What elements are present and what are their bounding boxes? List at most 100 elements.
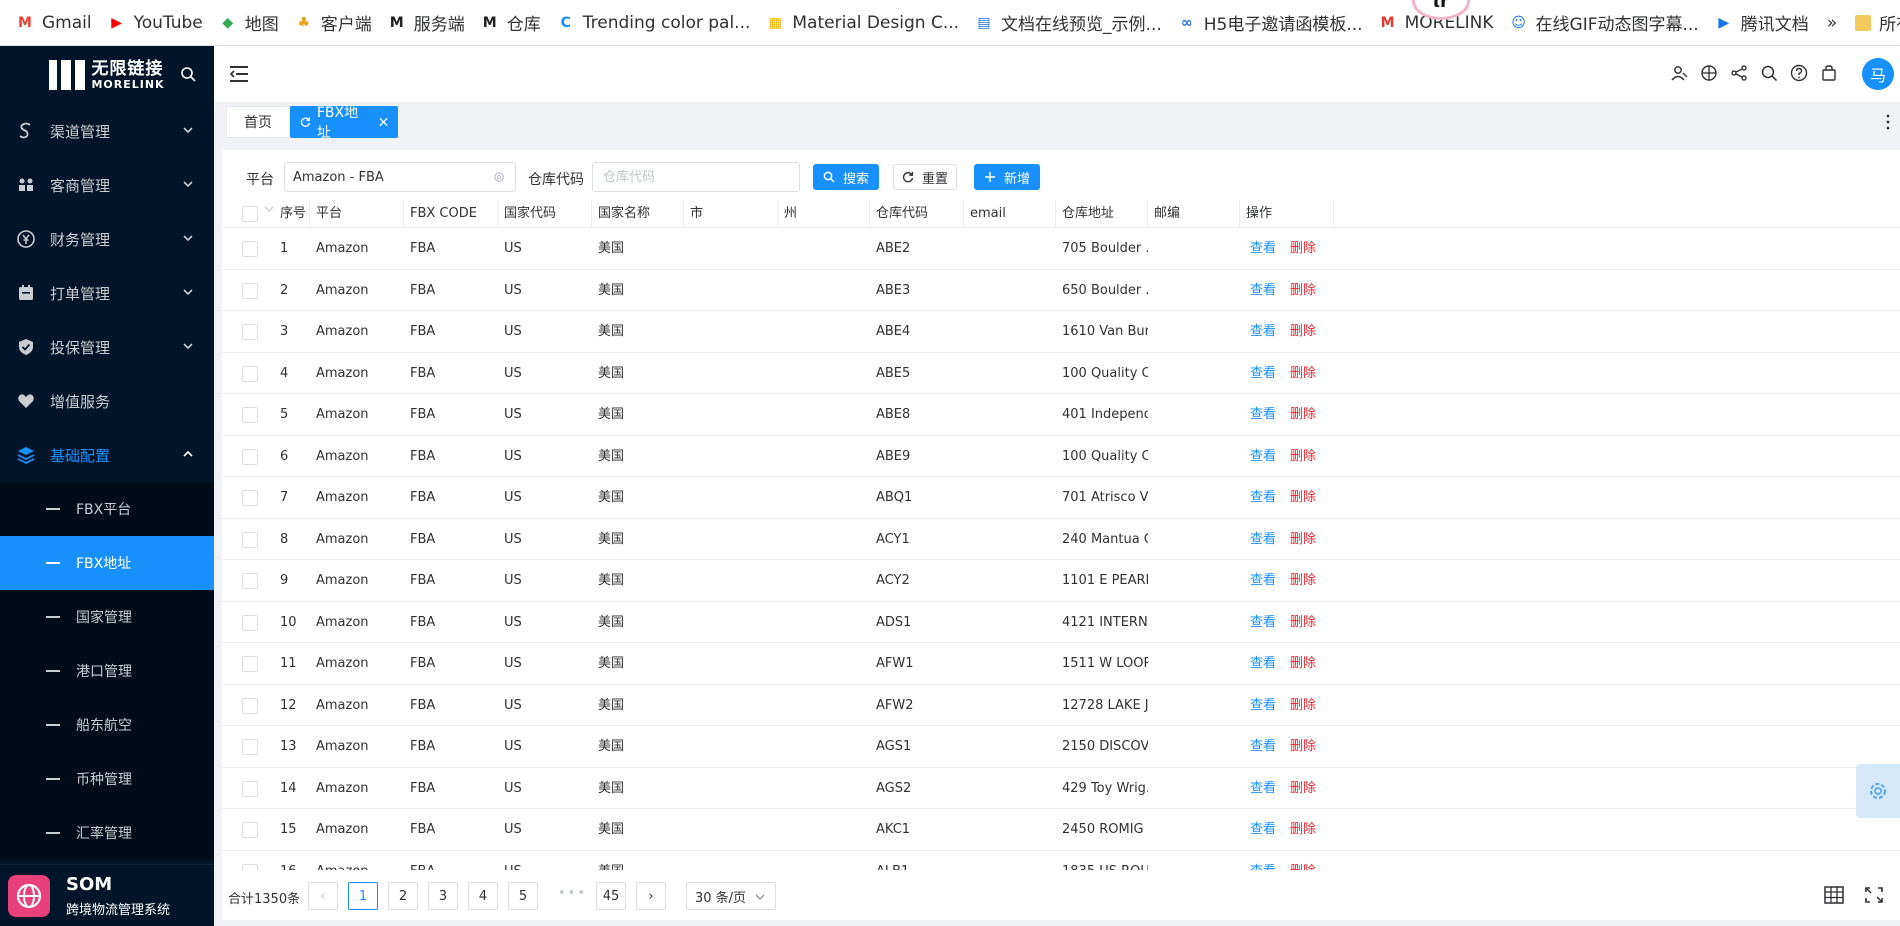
table-row[interactable]: 10 Amazon FBA US 美国 ADS1 4121 INTERN... 查看删除 — [222, 602, 1900, 643]
help-icon[interactable] — [1790, 64, 1808, 82]
more-vertical-icon[interactable] — [1886, 114, 1890, 130]
platform-select[interactable]: Amazon - FBA — [284, 162, 516, 192]
chevron-down-icon[interactable] — [264, 204, 274, 214]
bookmark-gif[interactable]: ☺ 在线GIF动态图字幕... — [1502, 8, 1707, 38]
row-checkbox[interactable] — [242, 573, 258, 589]
row-checkbox[interactable] — [242, 614, 258, 631]
view-link[interactable]: 查看 — [1250, 864, 1276, 871]
bookmark-all-folder[interactable]: 所有书签 — [1847, 8, 1900, 38]
row-checkbox[interactable] — [242, 365, 258, 382]
bookmark-youtube[interactable]: ▶ YouTube — [100, 8, 211, 38]
sidebar-item-print-order[interactable]: 打单管理 — [0, 266, 214, 320]
table-row[interactable]: 5 Amazon FBA US 美国 ABE8 401 Independ... 查看删除 — [222, 394, 1900, 436]
sidebar-item-merchant[interactable]: 客商管理 — [0, 158, 214, 212]
sidebar-subitem[interactable]: 汇率管理 — [0, 806, 214, 860]
table-row[interactable]: 8 Amazon FBA US 美国 ACY1 240 Mantua G... 查看删除 — [222, 519, 1900, 560]
sidebar-subitem[interactable]: FBX地址 — [0, 536, 214, 590]
page-button[interactable]: 3 — [428, 882, 458, 910]
delete-link[interactable]: 删除 — [1290, 864, 1316, 871]
row-checkbox[interactable] — [242, 697, 258, 714]
search-button[interactable]: 搜索 — [813, 164, 879, 190]
table-row[interactable]: 6 Amazon FBA US 美国 ABE9 100 Quality Ci... 查看删除 — [222, 436, 1900, 477]
view-link[interactable]: 查看 — [1250, 781, 1276, 796]
reset-button[interactable]: 重置 — [893, 164, 957, 190]
table-row[interactable]: 15 Amazon FBA US 美国 AKC1 2450 ROMIG ... 查看删除 — [222, 809, 1900, 851]
bookmark-client[interactable]: ♣ 客户端 — [287, 8, 380, 38]
bookmarks-overflow-button[interactable]: » — [1817, 13, 1847, 33]
bookmark-material[interactable]: ▦ Material Design C... — [758, 8, 967, 38]
view-link[interactable]: 查看 — [1250, 490, 1276, 505]
select-all-checkbox[interactable] — [242, 206, 258, 222]
share-icon[interactable] — [1730, 64, 1748, 82]
page-button[interactable]: 2 — [388, 882, 418, 910]
table-row[interactable]: 14 Amazon FBA US 美国 AGS2 429 Toy Wrig... 查看删除 — [222, 768, 1900, 809]
delete-link[interactable]: 删除 — [1290, 532, 1316, 547]
row-checkbox[interactable] — [242, 407, 258, 423]
sidebar-item-finance[interactable]: 财务管理 — [0, 212, 214, 266]
row-checkbox[interactable] — [242, 448, 258, 465]
view-link[interactable]: 查看 — [1250, 822, 1276, 837]
view-link[interactable]: 查看 — [1250, 449, 1276, 464]
row-checkbox[interactable] — [242, 863, 258, 870]
floating-settings-button[interactable] — [1856, 764, 1900, 818]
logo[interactable]: 无限链接 MORELINK — [0, 46, 214, 104]
next-page-button[interactable]: › — [636, 882, 666, 910]
page-button[interactable]: 5 — [508, 882, 538, 910]
view-link[interactable]: 查看 — [1250, 573, 1276, 588]
view-link[interactable]: 查看 — [1250, 532, 1276, 547]
view-link[interactable]: 查看 — [1250, 615, 1276, 630]
prev-page-button[interactable]: ‹ — [308, 882, 338, 910]
sidebar-subitem[interactable]: 港口管理 — [0, 644, 214, 698]
delete-link[interactable]: 删除 — [1290, 573, 1316, 588]
delete-link[interactable]: 删除 — [1290, 698, 1316, 713]
row-checkbox[interactable] — [242, 324, 258, 340]
table-row[interactable]: 9 Amazon FBA US 美国 ACY2 1101 E PEARL ... 查看删除 — [222, 560, 1900, 602]
sidebar-subitem[interactable]: 国家管理 — [0, 590, 214, 644]
sidebar-item-channel[interactable]: 渠道管理 — [0, 104, 214, 158]
view-link[interactable]: 查看 — [1250, 656, 1276, 671]
row-checkbox[interactable] — [242, 656, 258, 672]
view-link[interactable]: 查看 — [1250, 407, 1276, 422]
table-row[interactable]: 12 Amazon FBA US 美国 AFW2 12728 LAKE J... 查看删除 — [222, 685, 1900, 726]
warehouse-code-input[interactable] — [592, 162, 800, 192]
add-button[interactable]: 新增 — [974, 164, 1040, 190]
sidebar-item-layers[interactable]: 基础配置 — [0, 428, 214, 482]
table-settings-icon[interactable] — [1824, 886, 1844, 904]
avatar[interactable]: 马 — [1862, 58, 1894, 90]
row-checkbox[interactable] — [242, 531, 258, 548]
fullscreen-icon[interactable] — [1864, 886, 1884, 904]
table-row[interactable]: 16AmazonFBAUS美国 ALB1 1835 US ROU... 查看 删除 — [222, 851, 1900, 871]
delete-link[interactable]: 删除 — [1290, 822, 1316, 837]
page-size-select[interactable]: 30 条/页 — [686, 882, 776, 910]
view-link[interactable]: 查看 — [1250, 324, 1276, 339]
table-row[interactable]: 3 Amazon FBA US 美国 ABE4 1610 Van Bur... 查看删除 — [222, 311, 1900, 353]
table-row[interactable]: 2 Amazon FBA US 美国 ABE3 650 Boulder ... 查看删除 — [222, 270, 1900, 311]
tab-fbx-address[interactable]: FBX地址 — [290, 105, 398, 141]
row-checkbox[interactable] — [242, 780, 258, 797]
sidebar-subitem[interactable]: 币种管理 — [0, 752, 214, 806]
close-icon[interactable] — [379, 117, 388, 127]
delete-link[interactable]: 删除 — [1290, 407, 1316, 422]
search-icon[interactable] — [1760, 64, 1778, 82]
bookmark-server[interactable]: M 服务端 — [380, 8, 473, 38]
row-checkbox[interactable] — [242, 822, 258, 838]
collapse-menu-icon[interactable] — [228, 64, 250, 84]
row-checkbox[interactable] — [242, 739, 258, 755]
last-page-button[interactable]: 45 — [596, 882, 626, 910]
view-link[interactable]: 查看 — [1250, 739, 1276, 754]
page-button[interactable]: 4 — [468, 882, 498, 910]
page-button[interactable]: 1 — [348, 882, 378, 910]
refresh-icon[interactable] — [300, 116, 311, 128]
delete-link[interactable]: 删除 — [1290, 490, 1316, 505]
tab-home[interactable]: 首页 — [226, 106, 290, 138]
bag-icon[interactable] — [1820, 64, 1838, 82]
view-link[interactable]: 查看 — [1250, 698, 1276, 713]
bookmark-h5[interactable]: ∞ H5电子邀请函模板... — [1170, 8, 1371, 38]
pagination-ellipsis[interactable]: ••• — [558, 886, 587, 901]
row-checkbox[interactable] — [242, 490, 258, 506]
user-switch-icon[interactable] — [1670, 64, 1688, 82]
table-row[interactable]: 1 Amazon FBA US 美国 ABE2 705 Boulder ... 查看删除 — [222, 228, 1900, 270]
sidebar-item-value-added[interactable]: 增值服务 — [0, 374, 214, 428]
view-link[interactable]: 查看 — [1250, 283, 1276, 298]
delete-link[interactable]: 删除 — [1290, 283, 1316, 298]
